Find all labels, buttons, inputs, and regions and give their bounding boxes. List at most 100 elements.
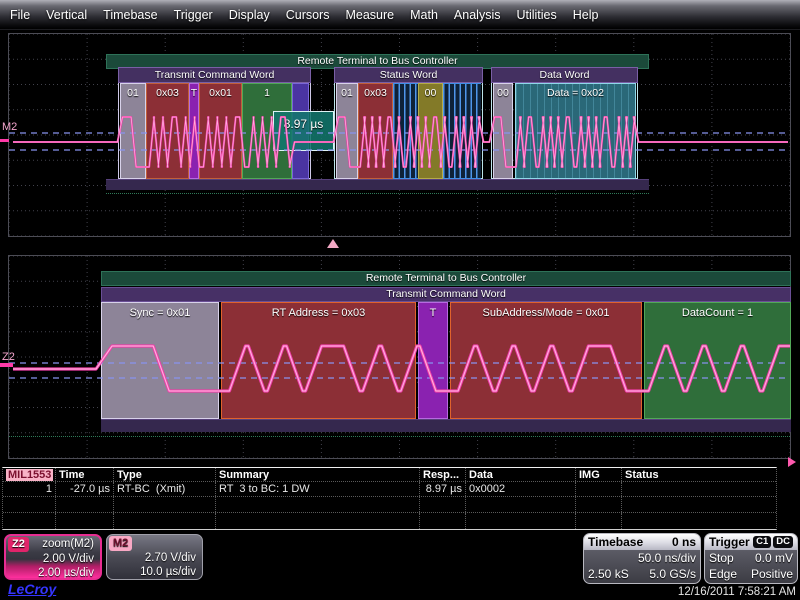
menu-analysis[interactable]: Analysis bbox=[454, 8, 501, 22]
data-seg-sync-label: 00 bbox=[494, 87, 512, 99]
z2-trace-indicator bbox=[0, 363, 13, 367]
m2-tdiv: 10.0 µs/div bbox=[107, 565, 202, 579]
menu-file[interactable]: File bbox=[10, 8, 30, 22]
tcw-seg-sync-label: 01 bbox=[121, 87, 145, 99]
cell-time: -27.0 µs bbox=[56, 482, 114, 496]
decode-table: MIL1553 Time Type Summary Resp... Data I… bbox=[2, 467, 777, 530]
menu-display[interactable]: Display bbox=[229, 8, 270, 22]
m2-vdiv: 2.70 V/div bbox=[107, 551, 202, 565]
top-decode-baseline bbox=[106, 193, 649, 194]
zoom-word-banner: Transmit Command Word bbox=[101, 287, 791, 302]
status-seg-rtaddr: 0x03 bbox=[358, 83, 393, 179]
cell-resp: 8.97 µs bbox=[420, 482, 466, 496]
col-resp[interactable]: Resp... bbox=[420, 468, 466, 481]
zoom-protocol-banner: Remote Terminal to Bus Controller bbox=[101, 271, 791, 286]
zoom-seg-subaddr-label: SubAddress/Mode = 0x01 bbox=[451, 307, 641, 319]
tcw-seg-rtaddr-label: 0x03 bbox=[147, 87, 188, 99]
data-seg-value: Data = 0x02 bbox=[515, 83, 636, 179]
timebase-offset: 0 ns bbox=[672, 535, 696, 549]
zoom-seg-tr-label: T bbox=[419, 307, 447, 319]
lecroy-logo: LeCroy bbox=[8, 581, 56, 597]
col-type[interactable]: Type bbox=[114, 468, 216, 481]
data-seg-sync: 00 bbox=[493, 83, 513, 179]
tcw-seg-subaddr-label: 0x01 bbox=[200, 87, 241, 99]
data-seg-value-label: Data = 0x02 bbox=[516, 87, 635, 99]
top-waveform-grid[interactable]: Remote Terminal to Bus Controller Transm… bbox=[8, 33, 791, 237]
trigger-source-badge: C1 bbox=[753, 536, 771, 548]
zoom-waveform-grid[interactable]: Remote Terminal to Bus Controller Transm… bbox=[8, 255, 791, 459]
table-row-empty[interactable] bbox=[3, 497, 776, 513]
status-seg-bits-2 bbox=[443, 83, 481, 179]
zoom-seg-count-label: DataCount = 1 bbox=[645, 307, 790, 319]
z2-source: zoom(M2) bbox=[42, 537, 94, 552]
trigger-level: 0.0 mV bbox=[755, 550, 793, 566]
tcw-seg-subaddr: 0x01 bbox=[199, 83, 242, 179]
menu-math[interactable]: Math bbox=[410, 8, 438, 22]
timebase-rate: 5.0 GS/s bbox=[649, 566, 696, 582]
zoom-seg-sync-label: Sync = 0x01 bbox=[102, 307, 218, 319]
status-seg-flags-label: 00 bbox=[419, 87, 442, 99]
trigger-position-marker[interactable] bbox=[327, 239, 339, 248]
cell-index: 1 bbox=[3, 482, 56, 496]
cell-status bbox=[622, 482, 774, 496]
tcw-seg-count-label: 1 bbox=[243, 87, 291, 99]
top-decode-strip bbox=[106, 179, 649, 190]
cell-type: RT-BC (Xmit) bbox=[114, 482, 216, 496]
table-row[interactable]: 1 -27.0 µs RT-BC (Xmit) RT 3 to BC: 1 DW… bbox=[3, 482, 776, 497]
menu-utilities[interactable]: Utilities bbox=[516, 8, 556, 22]
trigger-type: Edge bbox=[709, 566, 737, 582]
cell-summary: RT 3 to BC: 1 DW bbox=[216, 482, 420, 496]
table-row-empty[interactable] bbox=[3, 513, 776, 529]
col-data[interactable]: Data bbox=[466, 468, 576, 481]
status-group-title: Status Word bbox=[334, 67, 483, 83]
m2-descriptor-box[interactable]: M2 2.70 V/div 10.0 µs/div bbox=[106, 534, 203, 580]
m2-trace-indicator bbox=[0, 139, 9, 142]
tcw-seg-sync: 01 bbox=[120, 83, 146, 179]
col-img[interactable]: IMG bbox=[576, 468, 622, 481]
trigger-slope: Positive bbox=[751, 566, 793, 582]
col-summary[interactable]: Summary bbox=[216, 468, 420, 481]
menu-vertical[interactable]: Vertical bbox=[46, 8, 87, 22]
trigger-box[interactable]: Trigger C1 DC Stop 0.0 mV Edge Positive bbox=[704, 533, 798, 584]
status-seg-sync: 01 bbox=[336, 83, 358, 179]
cell-data: 0x0002 bbox=[466, 482, 576, 496]
zoom-seg-tr: T bbox=[418, 302, 448, 419]
decode-table-header: MIL1553 Time Type Summary Resp... Data I… bbox=[3, 468, 776, 482]
bus-label-cell: MIL1553 bbox=[3, 468, 56, 481]
timebase-samples: 2.50 kS bbox=[588, 566, 629, 582]
m2-channel-label[interactable]: M2 bbox=[2, 121, 17, 133]
tcw-group-title: Transmit Command Word bbox=[118, 67, 311, 83]
datetime-display: 12/16/2011 7:58:21 AM bbox=[678, 586, 796, 598]
menu-timebase[interactable]: Timebase bbox=[103, 8, 157, 22]
status-seg-sync-label: 01 bbox=[337, 87, 357, 99]
delta-time-box: 8.97 µs bbox=[273, 111, 334, 151]
status-seg-flags: 00 bbox=[418, 83, 443, 179]
zoom-seg-sync: Sync = 0x01 bbox=[101, 302, 219, 419]
zoom-seg-subaddr: SubAddress/Mode = 0x01 bbox=[450, 302, 642, 419]
menu-help[interactable]: Help bbox=[573, 8, 599, 22]
data-group-title: Data Word bbox=[491, 67, 638, 83]
z2-vdiv: 2.00 V/div bbox=[6, 552, 100, 566]
col-time[interactable]: Time bbox=[56, 468, 114, 481]
zoom-seg-rtaddr-label: RT Address = 0x03 bbox=[222, 307, 415, 319]
trigger-time-arrow bbox=[788, 457, 796, 467]
z2-descriptor-box[interactable]: Z2 zoom(M2) 2.00 V/div 2.00 µs/div bbox=[4, 534, 102, 580]
zoom-seg-rtaddr: RT Address = 0x03 bbox=[221, 302, 416, 419]
timebase-tdiv: 50.0 ns/div bbox=[638, 550, 696, 566]
bus-label-badge[interactable]: MIL1553 bbox=[6, 469, 53, 481]
cell-img bbox=[576, 482, 622, 496]
menu-measure[interactable]: Measure bbox=[345, 8, 394, 22]
m2-badge: M2 bbox=[109, 536, 132, 551]
timebase-title: Timebase bbox=[588, 535, 643, 549]
col-status[interactable]: Status bbox=[622, 468, 774, 481]
timebase-box[interactable]: Timebase 0 ns 50.0 ns/div 2.50 kS 5.0 GS… bbox=[583, 533, 701, 584]
menu-cursors[interactable]: Cursors bbox=[286, 8, 330, 22]
status-seg-rtaddr-label: 0x03 bbox=[359, 87, 392, 99]
zoom-decode-strip bbox=[101, 419, 791, 432]
z2-channel-label[interactable]: Z2 bbox=[2, 351, 15, 363]
z2-badge: Z2 bbox=[8, 537, 29, 552]
menu-bar: File Vertical Timebase Trigger Display C… bbox=[0, 0, 800, 30]
status-seg-bits-1 bbox=[393, 83, 418, 179]
menu-trigger[interactable]: Trigger bbox=[174, 8, 213, 22]
trigger-coupling-badge: DC bbox=[773, 536, 793, 548]
